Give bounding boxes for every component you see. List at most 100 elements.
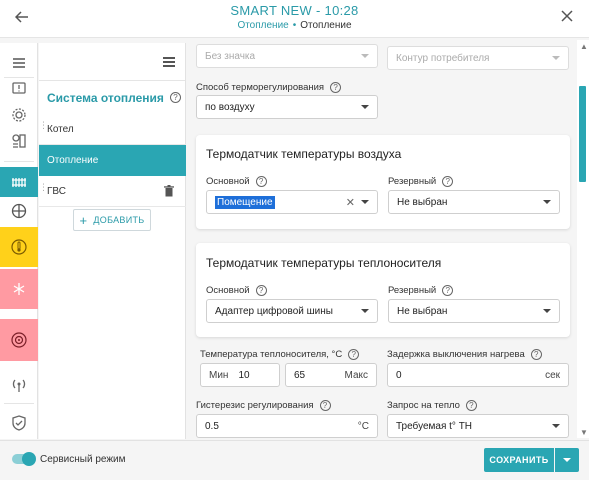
- breadcrumb: Отопление • Отопление: [0, 20, 589, 31]
- heat-request-label: Запрос на тепло?: [387, 400, 477, 411]
- hysteresis-label-text: Гистерезис регулирования: [196, 400, 314, 412]
- antenna-icon[interactable]: [0, 373, 38, 397]
- carrier-main-label-text: Основной: [206, 285, 250, 297]
- drag-handle-icon[interactable]: ⋮: [39, 121, 48, 135]
- carrier-main-label: Основной?: [206, 285, 267, 296]
- consumer-circuit-value: Контур потребителя: [396, 52, 490, 64]
- panel-title-text: Система отопления: [47, 91, 164, 105]
- hamburger-menu-icon[interactable]: [0, 53, 38, 73]
- close-icon[interactable]: [557, 7, 577, 25]
- help-icon[interactable]: ?: [255, 285, 267, 296]
- list-item-label: Котел: [47, 123, 74, 135]
- service-mode-toggle[interactable]: [12, 452, 36, 466]
- breadcrumb-separator: •: [292, 20, 297, 31]
- air-main-label: Основной?: [206, 176, 267, 187]
- fan-icon[interactable]: [0, 197, 38, 225]
- carrier-temp-label-text: Температура теплоносителя, °C: [200, 349, 343, 361]
- regulation-select[interactable]: по воздуху: [196, 95, 378, 119]
- consumer-circuit-select[interactable]: Контур потребителя: [387, 46, 569, 70]
- help-icon[interactable]: ?: [319, 400, 331, 411]
- panel-menu-icon[interactable]: [163, 57, 175, 67]
- add-system-button[interactable]: + ДОБАВИТЬ: [73, 209, 151, 231]
- scroll-down-icon[interactable]: ▼: [580, 428, 588, 437]
- chevron-down-icon: [361, 54, 369, 58]
- help-icon[interactable]: ?: [442, 176, 454, 187]
- service-mode-label: Сервисный режим: [40, 454, 126, 465]
- hysteresis-input[interactable]: 0.5 °C: [196, 414, 378, 438]
- sensor-config-icon[interactable]: [0, 129, 38, 153]
- regulation-select-value: по воздуху: [205, 101, 255, 113]
- heat-request-value: Требуемая t° ТН: [396, 420, 473, 432]
- app-window: SMART NEW - 10:28 Отопление•Отопление: [0, 0, 589, 480]
- alert-message-icon[interactable]: [0, 77, 38, 101]
- chevron-down-icon: [361, 200, 369, 204]
- carrier-reserve-select[interactable]: Не выбран: [388, 299, 560, 323]
- chevron-down-icon: [552, 56, 560, 60]
- hysteresis-label: Гистерезис регулирования?: [196, 400, 331, 411]
- chevron-down-icon: [361, 309, 369, 313]
- air-reserve-select[interactable]: Не выбран: [388, 190, 560, 214]
- panel-title: Система отопления?: [47, 91, 181, 105]
- list-item-boiler[interactable]: ⋮ Котел: [39, 114, 186, 145]
- systems-panel: Система отопления? ⋮ Котел Отопление ⋮ Г…: [39, 43, 186, 439]
- chevron-down-icon: [361, 105, 369, 109]
- footer: Сервисный режим СОХРАНИТЬ: [0, 440, 589, 480]
- carrier-reserve-label-text: Резервный: [388, 285, 437, 297]
- thermometer-icon[interactable]: [0, 227, 38, 267]
- chevron-down-icon: [543, 200, 551, 204]
- icon-select-value: Без значка: [205, 50, 256, 62]
- chevron-down-icon: [543, 309, 551, 313]
- max-temp-value: 65: [294, 369, 306, 381]
- air-sensor-card: Термодатчик температуры воздуха Основной…: [196, 135, 570, 229]
- carrier-reserve-label: Резервный?: [388, 285, 454, 297]
- save-button[interactable]: СОХРАНИТЬ: [484, 448, 554, 472]
- help-icon[interactable]: ?: [348, 349, 360, 360]
- scrollbar-thumb[interactable]: [579, 86, 586, 182]
- min-temp-input[interactable]: Мин 10: [200, 363, 280, 387]
- shield-check-icon[interactable]: [0, 411, 38, 435]
- save-options-button[interactable]: [555, 448, 579, 472]
- settings-cog-icon[interactable]: [0, 103, 38, 127]
- settings-form: Без значка Контур потребителя Способ тер…: [187, 38, 576, 438]
- air-main-label-text: Основной: [206, 176, 250, 188]
- max-suffix: Макс: [344, 370, 369, 381]
- list-item-heating[interactable]: Отопление: [39, 145, 186, 176]
- left-nav-rail: [0, 43, 38, 439]
- air-sensor-title: Термодатчик температуры воздуха: [206, 147, 402, 161]
- divider: [4, 161, 34, 162]
- page-title: SMART NEW - 10:28: [230, 3, 359, 18]
- drag-handle-icon[interactable]: ⋮: [39, 183, 48, 197]
- icon-select[interactable]: Без значка: [196, 44, 378, 68]
- carrier-main-select[interactable]: Адаптер цифровой шины: [206, 299, 378, 323]
- air-reserve-label-text: Резервный: [388, 176, 437, 188]
- add-button-label: ДОБАВИТЬ: [93, 215, 145, 225]
- help-icon[interactable]: ?: [442, 285, 454, 296]
- help-icon[interactable]: ?: [169, 92, 181, 104]
- min-prefix: Мин: [209, 369, 229, 381]
- max-temp-input[interactable]: 65 Макс: [285, 363, 377, 387]
- hysteresis-value: 0.5: [205, 420, 219, 432]
- air-main-select-value: Помещение: [215, 195, 275, 209]
- help-icon[interactable]: ?: [465, 400, 477, 411]
- delay-input[interactable]: 0 сек: [387, 363, 569, 387]
- delay-suffix: сек: [545, 370, 560, 381]
- help-icon[interactable]: ?: [255, 176, 267, 187]
- signal-alarm-icon[interactable]: [0, 319, 38, 361]
- panel-toolbar: [39, 43, 185, 81]
- air-main-select[interactable]: Помещение ✕: [206, 190, 378, 214]
- heat-request-label-text: Запрос на тепло: [387, 400, 460, 412]
- snowflake-icon[interactable]: [0, 269, 38, 309]
- carrier-main-select-value: Адаптер цифровой шины: [215, 305, 333, 317]
- help-icon[interactable]: ?: [530, 349, 542, 360]
- breadcrumb-current: Отопление: [300, 20, 352, 31]
- plus-icon: +: [79, 212, 88, 228]
- heating-radiator-icon[interactable]: [0, 167, 38, 197]
- help-icon[interactable]: ?: [330, 82, 342, 93]
- heat-request-select[interactable]: Требуемая t° ТН: [387, 414, 569, 438]
- scroll-up-icon[interactable]: ▲: [580, 42, 588, 51]
- list-item-hot-water[interactable]: ⋮ ГВС: [39, 176, 186, 207]
- carrier-reserve-select-value: Не выбран: [397, 305, 448, 317]
- clear-icon[interactable]: ✕: [346, 196, 355, 209]
- breadcrumb-link[interactable]: Отопление: [237, 20, 288, 31]
- trash-icon[interactable]: [164, 185, 174, 197]
